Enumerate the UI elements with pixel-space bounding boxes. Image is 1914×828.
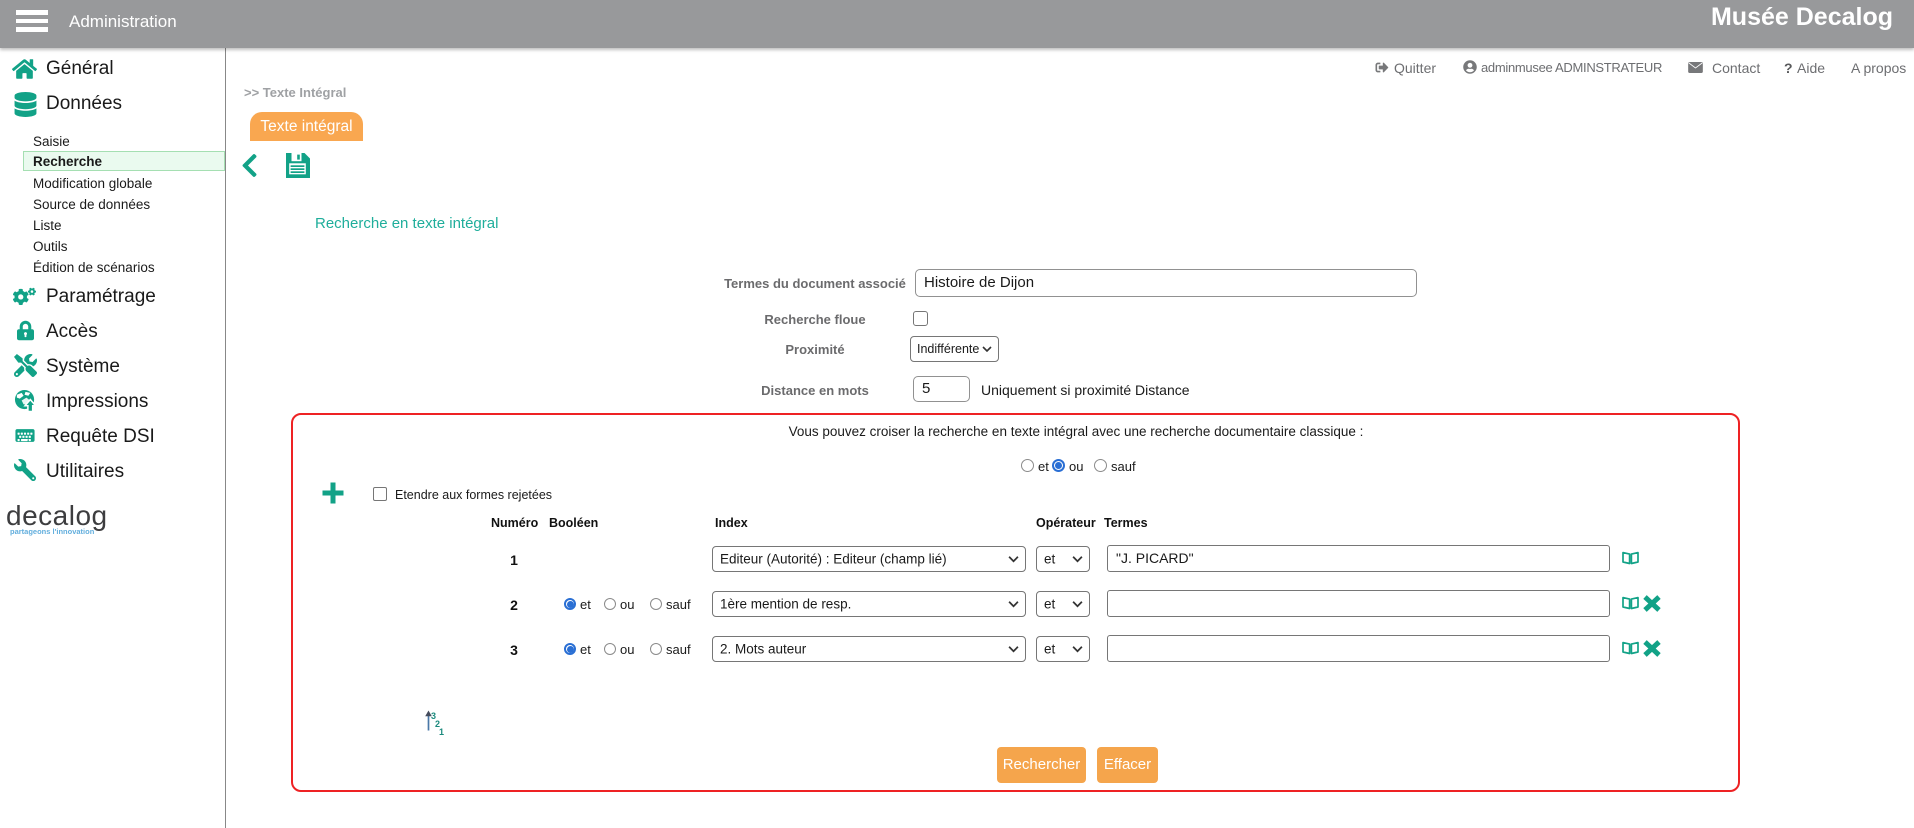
svg-text:1: 1 (439, 727, 444, 737)
